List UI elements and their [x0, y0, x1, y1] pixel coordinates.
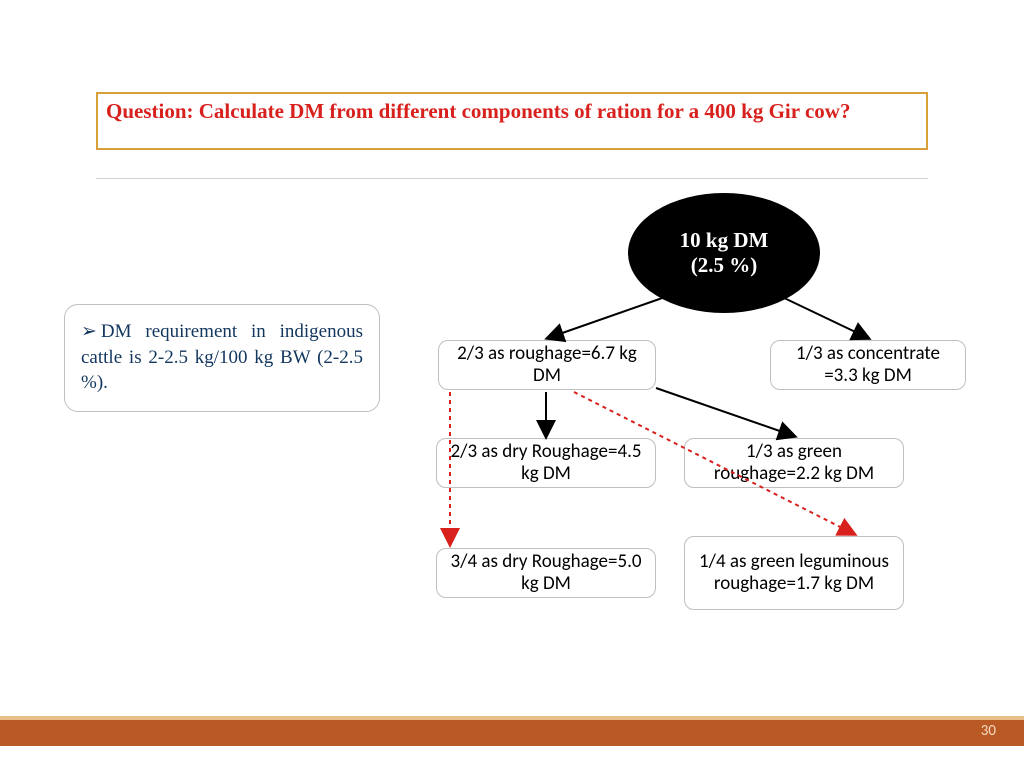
node-green-roughage: 1/3 as green roughage=2.2 kg DM [684, 438, 904, 488]
question-box: Question: Calculate DM from different co… [96, 92, 928, 150]
slide: Question: Calculate DM from different co… [0, 0, 1024, 768]
node-dry-roughage-alt: 3/4 as dry Roughage=5.0 kg DM [436, 548, 656, 598]
note-box: ➢DM requirement in indigenous cattle is … [64, 304, 380, 412]
note-text: DM requirement in indigenous cattle is 2… [81, 321, 363, 393]
node-concentrate-text: 1/3 as concentrate =3.3 kg DM [779, 343, 957, 387]
node-dry-roughage-alt-text: 3/4 as dry Roughage=5.0 kg DM [445, 551, 647, 595]
root-line2: (2.5 %) [691, 253, 758, 278]
root-node: 10 kg DM (2.5 %) [628, 193, 820, 313]
arrow-roughage-to-green [656, 388, 794, 436]
page-number: 30 [981, 722, 996, 740]
divider [96, 178, 928, 179]
node-dry-roughage: 2/3 as dry Roughage=4.5 kg DM [436, 438, 656, 488]
root-line1: 10 kg DM [680, 228, 769, 253]
node-concentrate: 1/3 as concentrate =3.3 kg DM [770, 340, 966, 390]
node-roughage: 2/3 as roughage=6.7 kg DM [438, 340, 656, 390]
node-green-leguminous-text: 1/4 as green leguminous roughage=1.7 kg … [693, 551, 895, 595]
footer-bar [0, 716, 1024, 746]
arrow-root-to-concentrate [780, 296, 868, 338]
node-roughage-text: 2/3 as roughage=6.7 kg DM [447, 343, 647, 387]
question-text: Question: Calculate DM from different co… [106, 99, 850, 123]
node-dry-roughage-text: 2/3 as dry Roughage=4.5 kg DM [445, 441, 647, 485]
bullet-icon: ➢ [81, 321, 97, 342]
arrow-root-to-roughage [548, 296, 668, 338]
node-green-leguminous: 1/4 as green leguminous roughage=1.7 kg … [684, 536, 904, 610]
node-green-roughage-text: 1/3 as green roughage=2.2 kg DM [693, 441, 895, 485]
